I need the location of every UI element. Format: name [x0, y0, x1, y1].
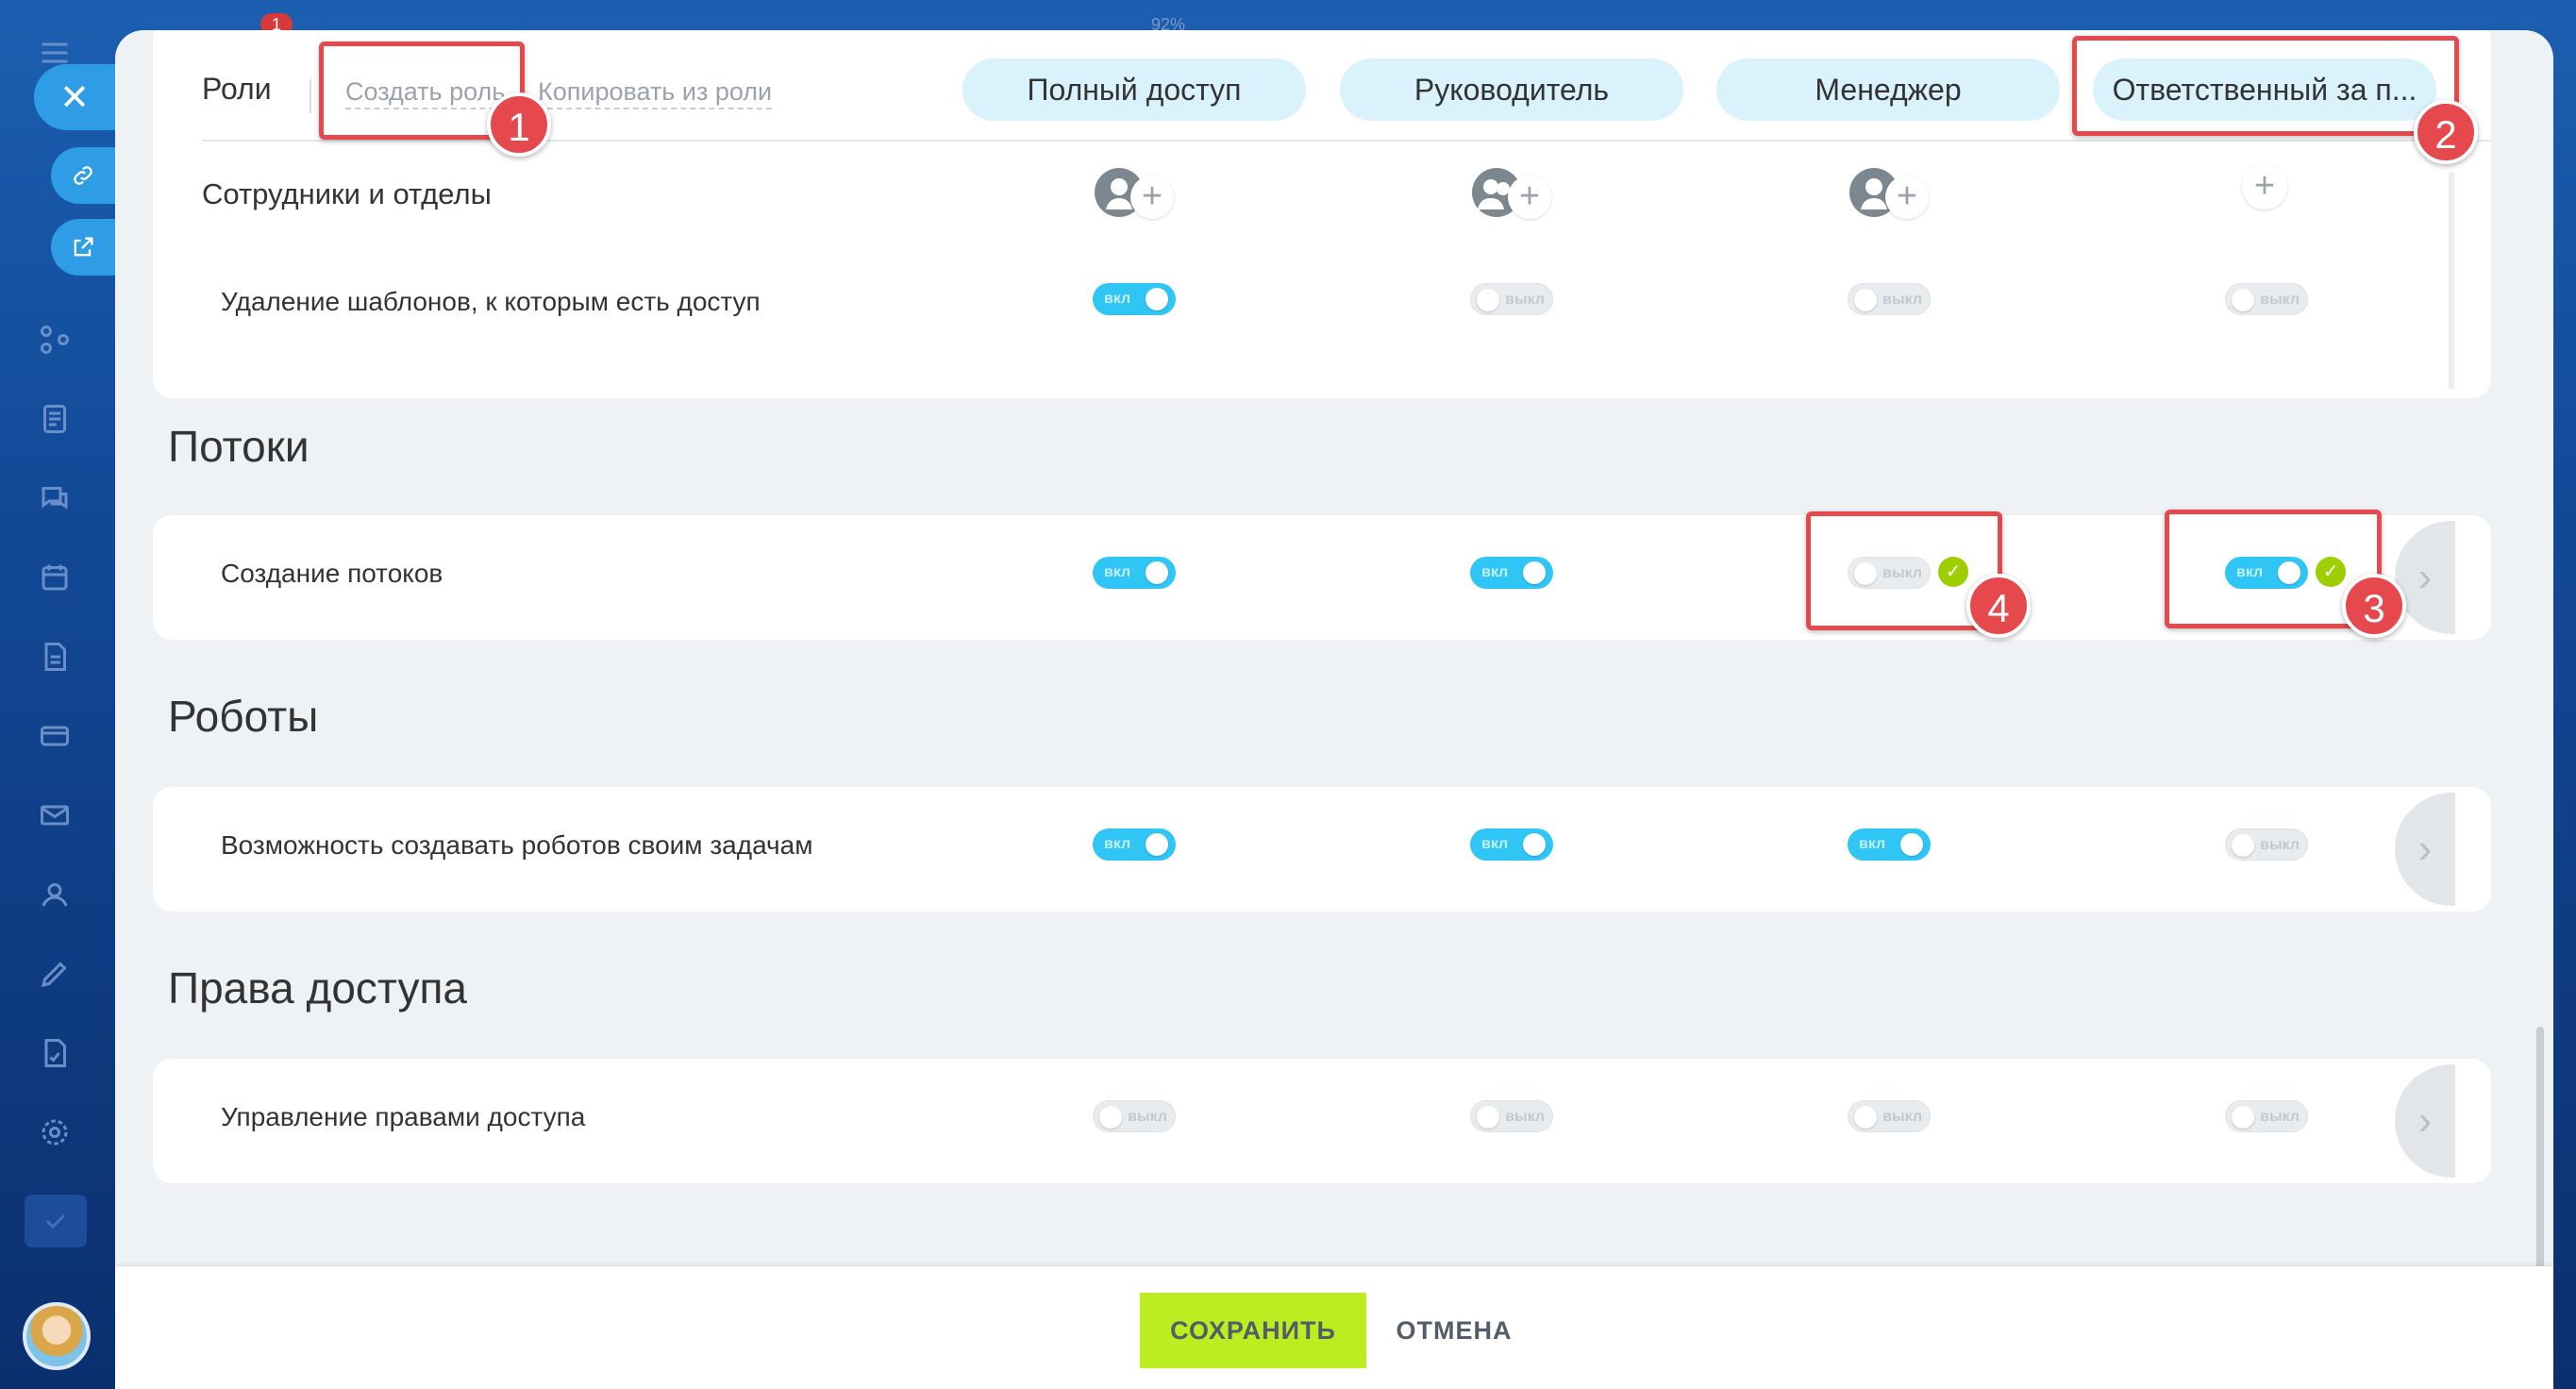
avatar[interactable]: [23, 1302, 91, 1370]
toggle-knob: [2232, 289, 2254, 311]
copy-link-button[interactable]: [51, 147, 115, 204]
toggle-state-label: выкл: [2260, 1109, 2300, 1125]
toggle-state-label: вкл: [1104, 836, 1131, 852]
roles-label: Роли: [202, 72, 272, 106]
robots-row-label: Возможность создавать роботов своим зада…: [221, 830, 813, 860]
toggle-knob: [1900, 833, 1923, 856]
column-edge: [2449, 172, 2454, 389]
toggle-state-label: выкл: [1505, 292, 1545, 308]
left-sidebar: ✕: [0, 0, 115, 1389]
toggle-state-label: выкл: [1882, 1109, 1922, 1125]
callout-badge-2: 2: [2414, 100, 2478, 164]
delete-templates-row-label: Удаление шаблонов, к которым есть доступ: [221, 287, 761, 316]
card-icon[interactable]: [36, 717, 74, 755]
robots-toggle-1[interactable]: вкл: [1093, 828, 1176, 861]
close-icon: ✕: [59, 77, 90, 118]
toggle-state-label: выкл: [2260, 292, 2300, 308]
calendar-icon[interactable]: [36, 559, 74, 596]
toggle-knob: [1146, 288, 1168, 310]
robots-toggle-3[interactable]: вкл: [1848, 828, 1931, 861]
checklist-icon[interactable]: [25, 1195, 87, 1247]
plus-icon: +: [1130, 176, 1174, 219]
chat-icon[interactable]: [36, 479, 74, 517]
robots-toggle-4[interactable]: выкл: [2225, 828, 2308, 861]
add-employee-manager[interactable]: +: [1849, 166, 1940, 223]
toggle-state-label: выкл: [1882, 292, 1922, 308]
delete-templates-toggle-2[interactable]: выкл: [1470, 283, 1553, 315]
mail-icon[interactable]: [36, 796, 74, 834]
link-icon: [74, 166, 92, 185]
contacts-icon[interactable]: [36, 876, 74, 913]
create-flows-row-label: Создание потоков: [221, 559, 443, 588]
create-flows-toggle-1[interactable]: вкл: [1093, 557, 1176, 589]
delete-templates-toggle-1[interactable]: вкл: [1093, 283, 1176, 315]
toggle-state-label: вкл: [1104, 564, 1131, 580]
access-toggle-1[interactable]: выкл: [1093, 1100, 1176, 1132]
chevron-right-icon: ›: [2417, 826, 2433, 872]
section-title-flows: Потоки: [168, 422, 309, 471]
access-toggle-3[interactable]: выкл: [1848, 1100, 1931, 1132]
toggle-knob: [1146, 561, 1168, 584]
chevron-right-icon: ›: [2417, 1097, 2433, 1144]
role-column-manager-head[interactable]: Руководитель: [1340, 59, 1683, 121]
toggle-knob: [1854, 1106, 1877, 1129]
access-row-label: Управление правами доступа: [221, 1102, 586, 1131]
toggle-state-label: вкл: [1481, 564, 1509, 580]
toggle-knob: [1523, 561, 1546, 584]
add-employee-manager-head[interactable]: +: [1472, 166, 1563, 223]
toggle-knob: [2232, 1106, 2254, 1129]
toggle-knob: [1146, 833, 1168, 856]
flow-icon[interactable]: [36, 321, 74, 359]
toggle-state-label: вкл: [1481, 836, 1509, 852]
external-link-icon: [74, 237, 93, 257]
toggle-knob: [1854, 289, 1877, 311]
add-employee-full-access[interactable]: +: [1095, 166, 1185, 223]
section-title-robots: Роботы: [168, 692, 319, 741]
toggle-state-label: выкл: [1505, 1109, 1545, 1125]
callout-badge-1: 1: [487, 92, 551, 157]
access-rights-panel: Роли Создать роль Копировать из роли Пол…: [115, 30, 2553, 1389]
callout-box-2: [2072, 36, 2459, 136]
section-title-access: Права доступа: [168, 963, 468, 1012]
role-column-manager[interactable]: Менеджер: [1716, 59, 2060, 121]
role-column-full-access[interactable]: Полный доступ: [962, 59, 1306, 121]
add-employee-responsible[interactable]: +: [2242, 164, 2287, 209]
robots-toggle-2[interactable]: вкл: [1470, 828, 1553, 861]
plus-icon: +: [1885, 176, 1929, 219]
callout-badge-3: 3: [2342, 574, 2406, 638]
toggle-knob: [1477, 289, 1499, 311]
toggle-state-label: выкл: [1128, 1109, 1167, 1125]
cancel-button[interactable]: ОТМЕНА: [1383, 1293, 1525, 1368]
toggle-knob: [2232, 834, 2254, 857]
create-flows-toggle-2[interactable]: вкл: [1470, 557, 1553, 589]
toggle-state-label: выкл: [2260, 837, 2300, 853]
flows-card: [153, 515, 2491, 640]
access-toggle-4[interactable]: выкл: [2225, 1100, 2308, 1132]
document-icon[interactable]: [36, 638, 74, 676]
toggle-knob: [1523, 833, 1546, 856]
chevron-right-icon: ›: [2417, 554, 2433, 600]
plus-icon: +: [1508, 176, 1551, 219]
sign-icon[interactable]: [36, 1034, 74, 1072]
open-new-window-button[interactable]: [51, 219, 115, 276]
settings-icon[interactable]: [36, 1113, 74, 1151]
employees-row-label: Сотрудники и отделы: [202, 177, 492, 210]
save-button[interactable]: СОХРАНИТЬ: [1140, 1293, 1366, 1368]
toggle-state-label: вкл: [1859, 836, 1886, 852]
access-toggle-2[interactable]: выкл: [1470, 1100, 1553, 1132]
toggle-knob: [1099, 1106, 1122, 1129]
close-slider-button[interactable]: ✕: [34, 64, 115, 130]
callout-badge-4: 4: [1966, 574, 2031, 638]
pen-icon[interactable]: [36, 955, 74, 993]
copy-from-role-link[interactable]: Копировать из роли: [538, 75, 773, 109]
toggle-state-label: вкл: [1104, 291, 1131, 307]
delete-templates-toggle-4[interactable]: выкл: [2225, 283, 2308, 315]
delete-templates-toggle-3[interactable]: выкл: [1848, 283, 1931, 315]
toggle-knob: [1477, 1106, 1499, 1129]
tasks-icon[interactable]: [36, 400, 74, 438]
header-divider: [309, 79, 311, 113]
